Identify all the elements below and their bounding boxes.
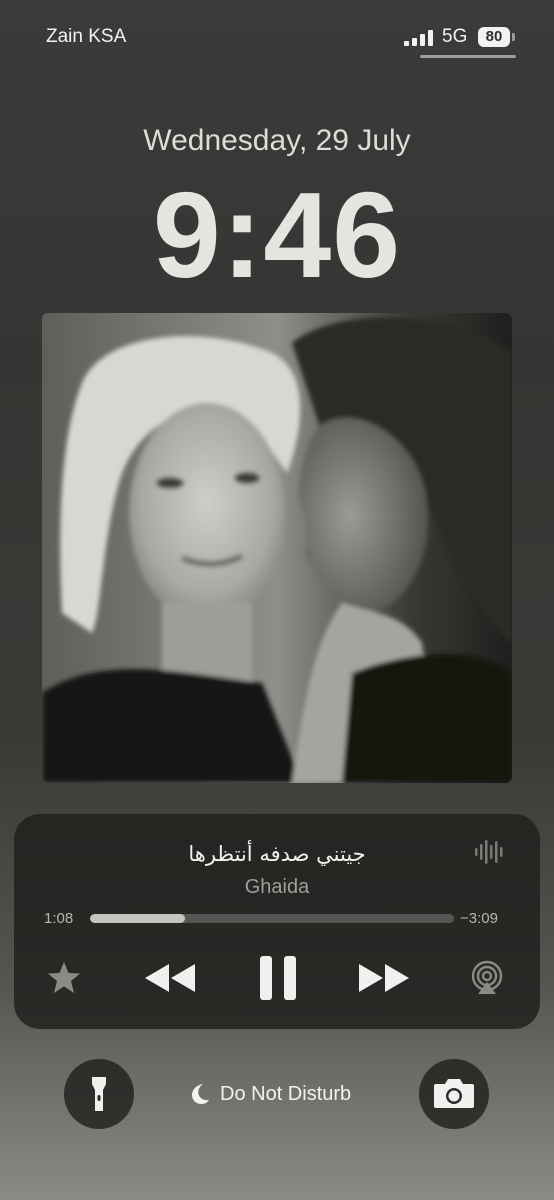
artist-name[interactable]: Ghaida	[14, 876, 540, 899]
progress-fill	[90, 914, 185, 923]
battery-tip	[512, 33, 515, 41]
now-playing-widget[interactable]: جيتني صدفه أنتظرها Ghaida 1:08 −3:09	[14, 814, 540, 1029]
album-artwork	[42, 313, 512, 783]
camera-icon	[434, 1079, 474, 1108]
airplay-icon[interactable]	[470, 960, 504, 996]
lock-date: Wednesday, 29 July	[143, 124, 411, 157]
progress-scrubber[interactable]	[90, 914, 454, 923]
star-icon[interactable]	[46, 960, 82, 996]
status-bar: Zain KSA 5G 80	[0, 0, 554, 70]
rewind-icon[interactable]	[142, 960, 198, 996]
moon-icon	[192, 1084, 209, 1104]
focus-label: Do Not Disturb	[220, 1083, 352, 1105]
flashlight-icon	[92, 1077, 106, 1111]
waveform-icon	[475, 840, 503, 864]
camera-button[interactable]	[419, 1059, 489, 1129]
lock-time: 9:46	[152, 167, 402, 303]
carrier-name: Zain KSA	[46, 26, 127, 47]
pause-icon[interactable]	[258, 954, 298, 1002]
battery-icon: 80	[478, 27, 510, 47]
flashlight-button[interactable]	[64, 1059, 134, 1129]
remaining-time: −3:09	[460, 910, 498, 927]
control-center-indicator[interactable]	[420, 55, 516, 58]
elapsed-time: 1:08	[44, 910, 74, 927]
signal-icon	[404, 30, 433, 46]
song-title[interactable]: جيتني صدفه أنتظرها	[14, 842, 540, 866]
network-type: 5G	[442, 26, 468, 47]
fast-forward-icon[interactable]	[356, 960, 412, 996]
